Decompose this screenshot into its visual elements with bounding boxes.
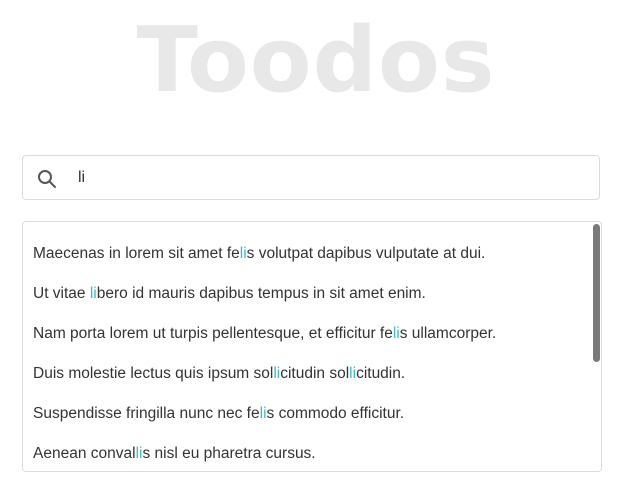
list-item[interactable]: Ut vitae libero id mauris dapibus tempus… (33, 283, 426, 305)
match-highlight: li (89, 285, 97, 302)
list-item[interactable]: Aenean convallis nisl eu pharetra cursus… (33, 443, 316, 465)
todo-list-container[interactable]: Maecenas in lorem sit amet felis volutpa… (22, 221, 602, 472)
match-highlight: li (239, 245, 247, 262)
search-icon (37, 169, 57, 189)
scrollbar-thumb[interactable] (593, 224, 600, 362)
list-item[interactable]: Maecenas in lorem sit amet felis volutpa… (33, 243, 485, 265)
match-highlight: li (259, 405, 267, 422)
list-item[interactable]: Nam porta lorem ut turpis pellentesque, … (33, 323, 496, 345)
list-item[interactable]: Duis molestie lectus quis ipsum sollicit… (33, 363, 405, 385)
item-text: bero id mauris dapibus tempus in sit ame… (96, 285, 426, 302)
item-text: Ut vitae (33, 285, 90, 302)
item-text: s commodo efficitur. (266, 405, 405, 422)
item-text: Nam porta lorem ut turpis pellentesque, … (33, 325, 393, 342)
item-text: citudin. (356, 365, 406, 382)
scrollbar[interactable] (591, 222, 601, 471)
page-title: Toodos (136, 8, 496, 113)
item-text: Maecenas in lorem sit amet fe (33, 245, 240, 262)
search-input[interactable] (73, 156, 578, 199)
todo-app: Toodos Maecenas in lorem sit amet felis … (0, 0, 632, 491)
list-item[interactable]: Suspendisse fringilla nunc nec felis com… (33, 403, 404, 425)
item-text: s volutpat dapibus vulputate at dui. (246, 245, 486, 262)
item-text: Aenean conval (33, 445, 136, 462)
item-text: s nisl eu pharetra cursus. (142, 445, 316, 462)
item-text: s ullamcorper. (399, 325, 497, 342)
search-box[interactable] (22, 155, 600, 200)
item-text: citudin sol (280, 365, 350, 382)
item-text: Duis molestie lectus quis ipsum sol (33, 365, 274, 382)
item-text: Suspendisse fringilla nunc nec fe (33, 405, 260, 422)
match-highlight: li (392, 325, 400, 342)
